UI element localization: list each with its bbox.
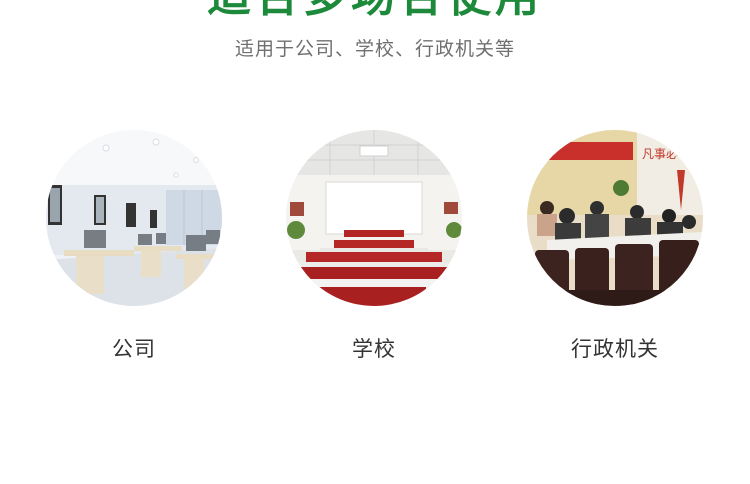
venue-card-government: 凡事必 行政机关 [527, 130, 703, 361]
venue-label-school: 学校 [352, 337, 396, 361]
venue-label-office: 公司 [112, 337, 156, 361]
meeting-room-photo: 凡事必 [527, 130, 703, 306]
venue-card-office: 公司 [46, 130, 222, 361]
page-title: 适合多场合使用 [0, 0, 750, 22]
venue-label-government: 行政机关 [571, 337, 659, 361]
classroom-photo [286, 130, 462, 306]
page-subtitle: 适用于公司、学校、行政机关等 [234, 38, 515, 60]
venue-card-school: 学校 [286, 130, 462, 361]
wall-banner-text: 凡事必 [642, 147, 678, 161]
office-photo [46, 130, 222, 306]
